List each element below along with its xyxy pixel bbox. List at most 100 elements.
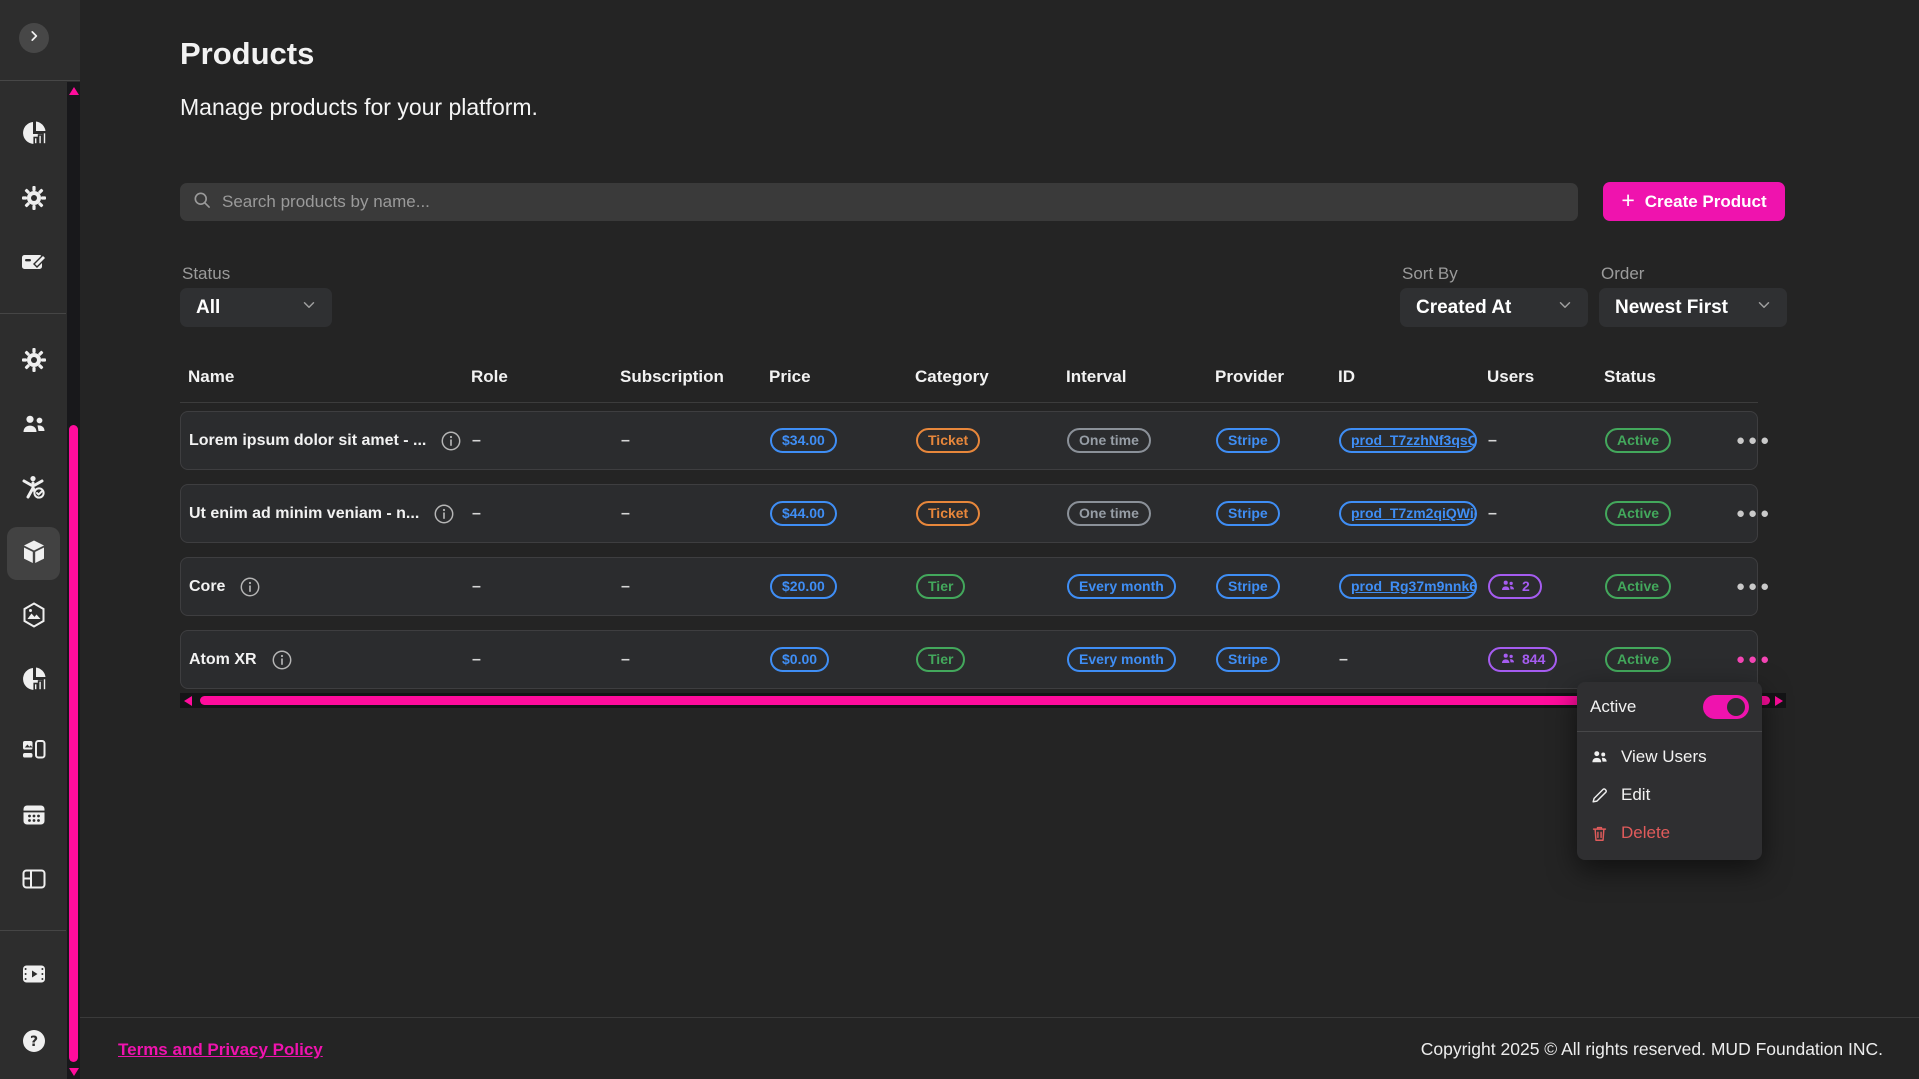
menu-item-label: Delete — [1621, 823, 1670, 843]
help-icon: ? — [20, 1027, 48, 1060]
status-badge: Active — [1605, 501, 1671, 527]
sidebar-item-chart-pie-icon[interactable] — [20, 667, 48, 695]
vertical-scrollbar[interactable] — [67, 82, 80, 1079]
provider-badge: Stripe — [1216, 501, 1280, 527]
settings-gear-icon — [20, 184, 48, 217]
users-icon — [1500, 651, 1516, 667]
subscription-value: – — [621, 432, 630, 449]
menu-divider — [1577, 731, 1762, 732]
row-menu-button[interactable]: ●●● — [1736, 505, 1772, 522]
products-page: ? Products Manage products for your plat… — [0, 0, 1919, 1079]
info-icon[interactable] — [239, 576, 261, 598]
sidebar-item-person-check-icon[interactable] — [20, 476, 48, 504]
users-value: – — [1488, 505, 1497, 522]
sidebar-expand-button[interactable] — [19, 23, 49, 53]
kanban-devices-icon — [20, 737, 48, 770]
row-menu-button[interactable]: ●●● — [1736, 651, 1772, 668]
interval-badge: One time — [1067, 428, 1151, 454]
price-badge: $44.00 — [770, 501, 837, 527]
order-select[interactable]: Newest First — [1599, 288, 1787, 327]
sidebar-item-analytics-pie-icon[interactable] — [20, 121, 48, 149]
terms-privacy-link[interactable]: Terms and Privacy Policy — [118, 1040, 323, 1060]
menu-item-label: Edit — [1621, 785, 1650, 805]
chevron-right-icon — [27, 29, 41, 48]
toggle-knob — [1727, 698, 1745, 716]
menu-item-edit[interactable]: Edit — [1577, 776, 1762, 814]
sidebar-item-kanban-devices-icon[interactable] — [20, 739, 48, 767]
role-value: – — [472, 505, 481, 522]
chevron-down-icon — [300, 296, 318, 320]
table-row: Ut enim ad minim veniam - n...––$44.00Ti… — [180, 484, 1758, 543]
sidebar-item-settings-gear-icon[interactable] — [20, 186, 48, 214]
status-select[interactable]: All — [180, 288, 332, 327]
toggle-label: Active — [1590, 697, 1636, 717]
role-value: – — [472, 578, 481, 595]
product-name: Ut enim ad minim veniam - n... — [189, 505, 419, 523]
sidebar-group-divider — [0, 313, 66, 314]
row-menu-button[interactable]: ●●● — [1736, 432, 1772, 449]
sidebar-item-calendar-icon[interactable] — [20, 803, 48, 831]
sidebar-item-users-icon[interactable] — [20, 413, 48, 441]
column-header-interval: Interval — [1066, 367, 1215, 387]
chevron-down-icon — [1755, 296, 1773, 320]
calendar-icon — [20, 801, 48, 834]
product-name: Lorem ipsum dolor sit amet - ... — [189, 432, 426, 450]
table-header: NameRoleSubscriptionPriceCategoryInterva… — [180, 362, 1758, 392]
search-input[interactable] — [222, 192, 1552, 212]
interval-badge: One time — [1067, 501, 1151, 527]
create-product-button[interactable]: + Create Product — [1603, 182, 1785, 221]
category-badge: Ticket — [916, 428, 980, 454]
scroll-up-arrow[interactable] — [69, 87, 79, 95]
column-header-status: Status — [1604, 367, 1735, 387]
menu-item-delete[interactable]: Delete — [1577, 814, 1762, 852]
product-id-badge[interactable]: prod_T7zzhNf3qsQd — [1339, 428, 1477, 454]
search-box[interactable] — [180, 183, 1578, 221]
subscription-value: – — [621, 651, 630, 668]
person-check-icon — [20, 474, 48, 507]
users-icon — [1500, 578, 1516, 594]
svg-text:?: ? — [30, 1034, 38, 1050]
provider-badge: Stripe — [1216, 574, 1280, 600]
sidebar-item-card-edit-icon[interactable] — [20, 250, 48, 278]
chevron-down-icon — [1556, 296, 1574, 320]
row-menu-button[interactable]: ●●● — [1736, 578, 1772, 595]
card-edit-icon — [20, 248, 48, 281]
column-header-id: ID — [1338, 367, 1487, 387]
column-header-role: Role — [471, 367, 620, 387]
sidebar-item-products-box-icon[interactable] — [20, 540, 48, 568]
sidebar-item-gear-icon[interactable] — [20, 348, 48, 376]
horizontal-scrollbar[interactable] — [180, 693, 1786, 708]
scroll-down-arrow[interactable] — [69, 1068, 79, 1076]
scroll-left-arrow[interactable] — [184, 696, 192, 706]
vertical-scroll-thumb[interactable] — [69, 425, 78, 1062]
interval-badge: Every month — [1067, 574, 1176, 600]
products-box-icon — [20, 538, 48, 571]
product-id-badge[interactable]: prod_T7zm2qiQWid — [1339, 501, 1477, 527]
active-toggle[interactable] — [1703, 695, 1749, 719]
horizontal-scroll-thumb[interactable] — [200, 696, 1770, 705]
info-icon[interactable] — [433, 503, 455, 525]
interval-badge: Every month — [1067, 647, 1176, 673]
scroll-right-arrow[interactable] — [1775, 696, 1783, 706]
menu-item-view-users[interactable]: View Users — [1577, 738, 1762, 776]
users-value: – — [1488, 432, 1497, 449]
info-icon[interactable] — [271, 649, 293, 671]
id-value: – — [1339, 651, 1348, 668]
info-icon[interactable] — [440, 430, 462, 452]
plus-icon: + — [1621, 189, 1634, 212]
copyright-text: Copyright 2025 © All rights reserved. MU… — [1421, 1039, 1883, 1060]
status-badge: Active — [1605, 428, 1671, 454]
sort-by-select[interactable]: Created At — [1400, 288, 1588, 327]
status-filter-label: Status — [182, 264, 230, 284]
table-row: Atom XR––$0.00TierEvery monthStripe–844A… — [180, 630, 1758, 689]
status-badge: Active — [1605, 574, 1671, 600]
sidebar-item-assets-cube-icon[interactable] — [20, 603, 48, 631]
sort-by-label: Sort By — [1402, 264, 1458, 284]
category-badge: Tier — [916, 647, 965, 673]
users-count-badge: 2 — [1488, 574, 1542, 600]
product-id-badge[interactable]: prod_Rg37m9nnk6s — [1339, 574, 1477, 600]
sidebar-item-video-icon[interactable] — [20, 962, 48, 990]
sidebar-item-help-icon[interactable]: ? — [20, 1029, 48, 1057]
video-icon — [20, 960, 48, 993]
sidebar-item-layout-panel-icon[interactable] — [20, 867, 48, 895]
